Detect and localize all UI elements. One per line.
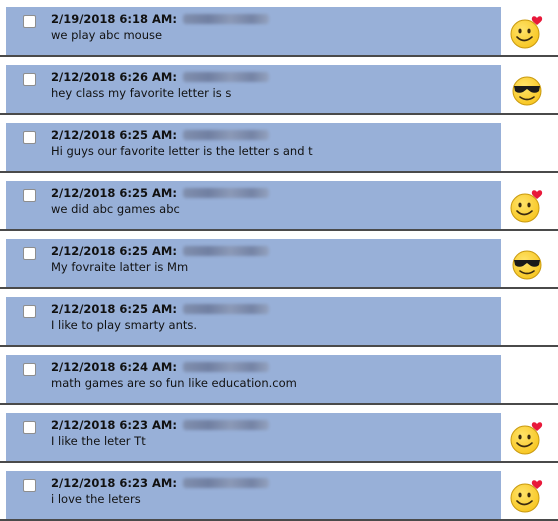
post-row: 2/12/2018 6:23 AM: I like the leter Tt [0,413,558,463]
reaction-slot[interactable] [509,246,545,282]
post-card: 2/12/2018 6:23 AM: I like the leter Tt [6,413,501,461]
post-meta: 2/12/2018 6:25 AM: [51,128,269,142]
heart-smiley-icon [510,422,543,455]
post-timestamp: 2/12/2018 6:25 AM: [51,302,177,316]
post-meta: 2/12/2018 6:26 AM: [51,70,269,84]
heart-smiley-icon [510,480,543,513]
row-divider [0,229,558,231]
post-meta: 2/19/2018 6:18 AM: [51,12,269,26]
heart-smiley-icon [510,190,543,223]
select-checkbox[interactable] [23,247,36,260]
author-name-blurred [182,72,269,82]
post-timestamp: 2/12/2018 6:25 AM: [51,128,177,142]
select-checkbox[interactable] [23,479,36,492]
reaction-slot [509,362,545,398]
post-message: I like the leter Tt [51,434,146,448]
post-row: 2/12/2018 6:25 AM: My fovraite latter is… [0,239,558,289]
post-card: 2/12/2018 6:25 AM: we did abc games abc [6,181,501,229]
select-checkbox[interactable] [23,363,36,376]
post-timestamp: 2/12/2018 6:26 AM: [51,70,177,84]
reaction-slot[interactable] [509,14,545,50]
post-row: 2/12/2018 6:24 AM: math games are so fun… [0,355,558,405]
post-meta: 2/12/2018 6:25 AM: [51,244,269,258]
row-divider [0,113,558,115]
select-checkbox[interactable] [23,73,36,86]
post-timestamp: 2/19/2018 6:18 AM: [51,12,177,26]
post-row: 2/19/2018 6:18 AM: we play abc mouse [0,7,558,57]
reaction-slot[interactable] [509,478,545,514]
post-timestamp: 2/12/2018 6:24 AM: [51,360,177,374]
sunglasses-smiley-icon [512,250,542,280]
post-row: 2/12/2018 6:23 AM: i love the leters [0,471,558,521]
author-name-blurred [182,362,269,372]
post-card: 2/12/2018 6:25 AM: My fovraite latter is… [6,239,501,287]
author-name-blurred [182,420,269,430]
row-divider [0,287,558,289]
row-divider [0,403,558,405]
post-card: 2/12/2018 6:23 AM: i love the leters [6,471,501,519]
post-message: we play abc mouse [51,28,163,42]
select-checkbox[interactable] [23,131,36,144]
reaction-slot [509,130,545,166]
post-message: My fovraite latter is Mm [51,260,189,274]
post-meta: 2/12/2018 6:23 AM: [51,476,269,490]
post-meta: 2/12/2018 6:24 AM: [51,360,269,374]
post-timestamp: 2/12/2018 6:25 AM: [51,186,177,200]
post-row: 2/12/2018 6:26 AM: hey class my favorite… [0,65,558,115]
reaction-slot[interactable] [509,420,545,456]
select-checkbox[interactable] [23,189,36,202]
post-card: 2/12/2018 6:25 AM: I like to play smarty… [6,297,501,345]
post-message: i love the leters [51,492,141,506]
post-card: 2/19/2018 6:18 AM: we play abc mouse [6,7,501,55]
post-timestamp: 2/12/2018 6:23 AM: [51,418,177,432]
post-row: 2/12/2018 6:25 AM: I like to play smarty… [0,297,558,347]
select-checkbox[interactable] [23,15,36,28]
select-checkbox[interactable] [23,421,36,434]
author-name-blurred [182,130,269,140]
row-divider [0,461,558,463]
post-message: I like to play smarty ants. [51,318,198,332]
post-card: 2/12/2018 6:24 AM: math games are so fun… [6,355,501,403]
post-meta: 2/12/2018 6:23 AM: [51,418,269,432]
post-message: hey class my favorite letter is s [51,86,232,100]
post-meta: 2/12/2018 6:25 AM: [51,302,269,316]
author-name-blurred [182,14,269,24]
row-divider [0,55,558,57]
post-row: 2/12/2018 6:25 AM: Hi guys our favorite … [0,123,558,173]
author-name-blurred [182,246,269,256]
post-message: we did abc games abc [51,202,180,216]
heart-smiley-icon [510,16,543,49]
post-card: 2/12/2018 6:26 AM: hey class my favorite… [6,65,501,113]
post-timestamp: 2/12/2018 6:25 AM: [51,244,177,258]
sunglasses-smiley-icon [512,76,542,106]
reaction-slot [509,304,545,340]
post-card: 2/12/2018 6:25 AM: Hi guys our favorite … [6,123,501,171]
author-name-blurred [182,478,269,488]
post-meta: 2/12/2018 6:25 AM: [51,186,269,200]
post-row: 2/12/2018 6:25 AM: we did abc games abc [0,181,558,231]
author-name-blurred [182,188,269,198]
select-checkbox[interactable] [23,305,36,318]
row-divider [0,345,558,347]
post-message: math games are so fun like education.com [51,376,297,390]
reaction-slot[interactable] [509,188,545,224]
post-message: Hi guys our favorite letter is the lette… [51,144,313,158]
post-timestamp: 2/12/2018 6:23 AM: [51,476,177,490]
row-divider [0,171,558,173]
author-name-blurred [182,304,269,314]
reaction-slot[interactable] [509,72,545,108]
